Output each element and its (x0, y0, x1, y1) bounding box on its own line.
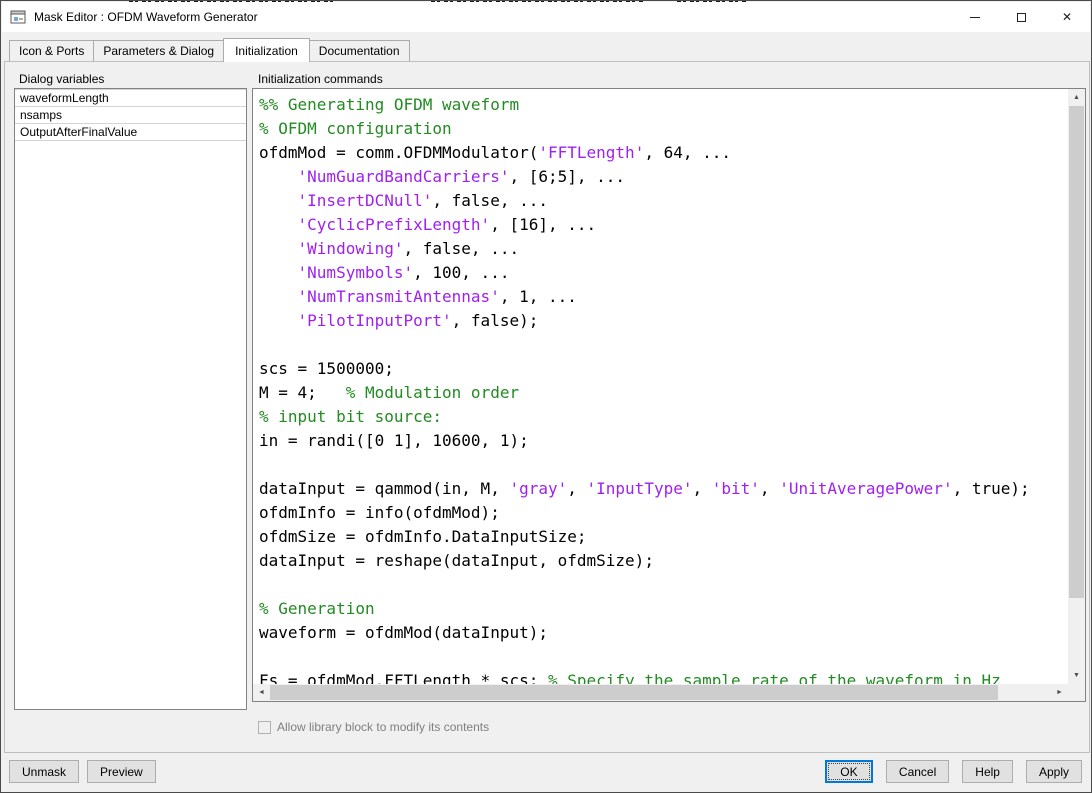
title-bar[interactable]: Mask Editor : OFDM Waveform Generator ✕ (2, 2, 1090, 32)
window-title: Mask Editor : OFDM Waveform Generator (34, 10, 258, 24)
initialization-commands-label: Initialization commands (258, 72, 383, 86)
maximize-icon (1016, 12, 1026, 22)
allow-library-label: Allow library block to modify its conten… (277, 720, 490, 734)
window-controls: ✕ (952, 2, 1090, 32)
tab-documentation[interactable]: Documentation (308, 40, 410, 61)
scroll-down-icon[interactable]: ▼ (1068, 667, 1085, 684)
footer-left-buttons: Unmask Preview (9, 760, 156, 783)
close-icon: ✕ (1061, 10, 1073, 24)
cancel-button[interactable]: Cancel (885, 760, 950, 783)
code-line: 'InsertDCNull', false, ... (297, 191, 548, 210)
code-lines[interactable]: %% Generating OFDM waveform % OFDM config… (253, 89, 1068, 684)
help-button[interactable]: Help (962, 760, 1013, 783)
mask-editor-window: Mask Editor : OFDM Waveform Generator ✕ … (0, 0, 1092, 793)
vertical-scrollbar[interactable]: ▲ ▼ (1068, 89, 1085, 684)
vertical-scroll-thumb[interactable] (1069, 106, 1084, 598)
code-editor[interactable]: %% Generating OFDM waveform % OFDM config… (252, 88, 1086, 702)
code-line: dataInput = reshape(dataInput, ofdmSize)… (259, 551, 654, 570)
tab-initialization[interactable]: Initialization (223, 38, 310, 62)
allow-library-row: Allow library block to modify its conten… (258, 720, 489, 734)
allow-library-checkbox (258, 720, 271, 734)
ok-button[interactable]: OK (824, 760, 873, 783)
tab-parameters-dialog[interactable]: Parameters & Dialog (93, 40, 225, 61)
footer-bar: Unmask Preview OK Cancel Help Apply (1, 751, 1091, 792)
code-line: 'CyclicPrefixLength', [16], ... (297, 215, 597, 234)
dialog-variable-row[interactable]: OutputAfterFinalValue (15, 123, 246, 141)
maximize-button[interactable] (998, 2, 1044, 32)
unmask-button[interactable]: Unmask (9, 760, 80, 783)
window-icon (10, 9, 26, 25)
apply-button[interactable]: Apply (1025, 760, 1082, 783)
horizontal-scroll-thumb[interactable] (270, 685, 998, 700)
code-line: Fs = ofdmMod.FFTLength * scs; % Specify … (259, 671, 1001, 684)
tab-icon-ports[interactable]: Icon & Ports (9, 40, 95, 61)
code-line: scs = 1500000; (259, 359, 394, 378)
tab-content-pane: Dialog variables waveformLength nsamps Out… (4, 61, 1090, 753)
preview-button[interactable]: Preview (87, 760, 156, 783)
code-line: 'NumGuardBandCarriers', [6;5], ... (297, 167, 626, 186)
code-line: 'NumSymbols', 100, ... (297, 263, 510, 282)
scrollbar-corner (1068, 684, 1085, 701)
tab-strip: Icon & Ports Parameters & Dialog Initializ… (4, 38, 1088, 62)
code-line: waveform = ofdmMod(dataInput); (259, 623, 548, 642)
scroll-up-icon[interactable]: ▲ (1068, 89, 1085, 106)
code-line: 'PilotInputPort', false); (297, 311, 539, 330)
code-line: dataInput = qammod(in, M, 'gray', 'Input… (259, 479, 1030, 498)
code-line: %% Generating OFDM waveform (259, 95, 520, 114)
footer-right-buttons: OK Cancel Help Apply (824, 760, 1082, 783)
code-line: 'Windowing', false, ... (297, 239, 520, 258)
code-line: M = 4; % Modulation order (259, 383, 520, 402)
dialog-variable-row[interactable]: nsamps (15, 106, 246, 124)
code-line: ofdmInfo = info(ofdmMod); (259, 503, 500, 522)
dialog-variables-label: Dialog variables (19, 72, 105, 86)
code-line: ofdmSize = ofdmInfo.DataInputSize; (259, 527, 587, 546)
code-line: % input bit source: (259, 407, 443, 426)
scroll-left-icon[interactable]: ◄ (253, 684, 270, 701)
minimize-icon (970, 16, 980, 18)
code-line: 'NumTransmitAntennas', 1, ... (297, 287, 577, 306)
code-line: in = randi([0 1], 10600, 1); (259, 431, 529, 450)
minimize-button[interactable] (952, 2, 998, 32)
code-line: % Generation (259, 599, 375, 618)
scroll-right-icon[interactable]: ► (1051, 684, 1068, 701)
dialog-variable-row[interactable]: waveformLength (15, 89, 246, 107)
dialog-variables-list[interactable]: waveformLength nsamps OutputAfterFinalValu… (14, 88, 247, 710)
horizontal-scrollbar[interactable]: ◄ ► (253, 684, 1068, 701)
close-button[interactable]: ✕ (1044, 2, 1090, 32)
code-line: ofdmMod = comm.OFDMModulator('FFTLength'… (259, 143, 732, 162)
code-line: % OFDM configuration (259, 119, 452, 138)
